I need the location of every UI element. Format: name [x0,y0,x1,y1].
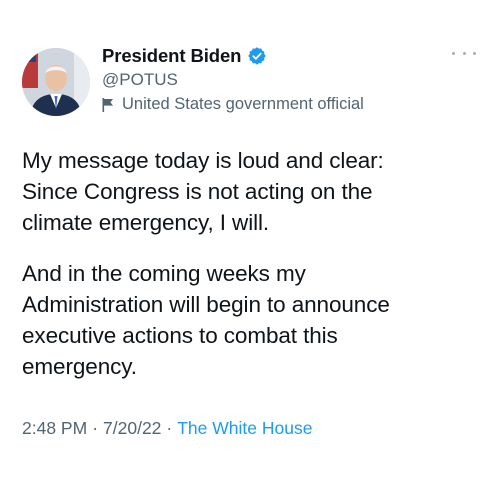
author-display-name[interactable]: President Biden [102,45,241,67]
separator-dot: · [166,418,173,438]
tweet-metadata: 2:48 PM · 7/20/22 · The White House [22,418,312,439]
avatar[interactable] [22,48,90,116]
author-handle[interactable]: @POTUS [102,70,178,90]
tweet-source-link[interactable]: The White House [177,418,312,438]
author-name-row: President Biden [102,44,267,68]
tweet-text-line: climate emergency, I will. [22,210,270,235]
government-label[interactable]: United States government official [102,95,364,114]
tweet-text-line: Administration will begin to announce [22,292,390,317]
tweet-paragraph: And in the coming weeks my Administratio… [22,258,482,382]
avatar-portrait [22,48,90,116]
separator-dot: · [92,418,99,438]
government-label-text: United States government official [122,95,364,113]
tweet-time[interactable]: 2:48 PM [22,418,87,438]
tweet-text-line: Since Congress is not acting on the [22,179,373,204]
tweet-text-line: My message today is loud and clear: [22,148,384,173]
flag-icon [102,97,114,112]
more-options-icon[interactable] [452,48,476,58]
tweet-text-line: emergency. [22,354,137,379]
tweet-date[interactable]: 7/20/22 [103,418,161,438]
tweet-card: President Biden @POTUS United States gov… [0,0,500,493]
tweet-text-line: executive actions to combat this [22,323,338,348]
verified-badge-icon [247,46,267,66]
tweet-paragraph: My message today is loud and clear: Sinc… [22,145,482,238]
tweet-text-line: And in the coming weeks my [22,261,306,286]
